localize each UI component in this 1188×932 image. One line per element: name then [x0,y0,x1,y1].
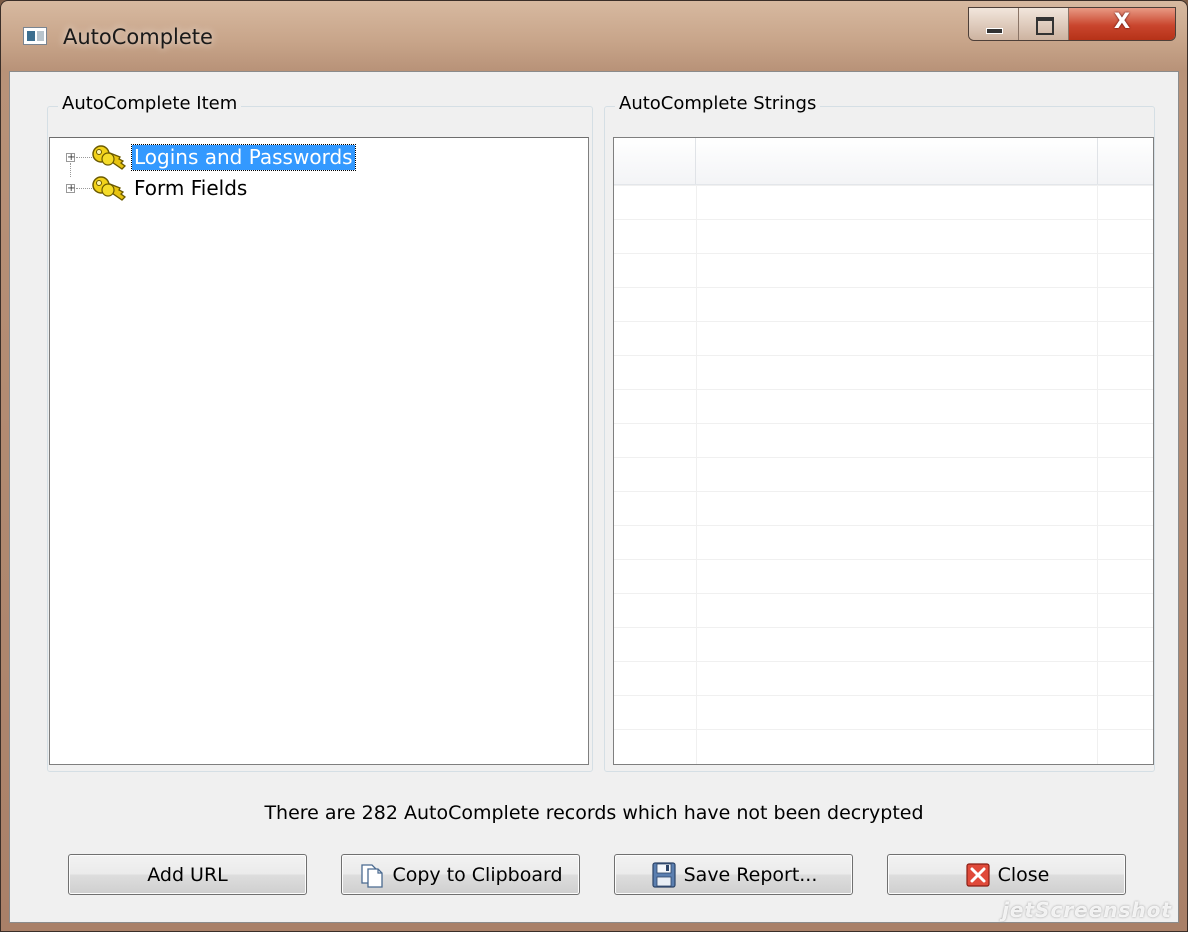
expand-icon[interactable]: + [66,153,75,163]
dialog-client-area: AutoComplete Item + Logins and Passwords [9,71,1179,923]
list-row-line [614,355,1153,356]
tree-item-form-fields[interactable]: + Form Fields [50,175,450,205]
tree-item-logins[interactable]: + Logins and Passwords [50,144,450,177]
maximize-icon [1036,17,1054,35]
list-row-line [614,423,1153,424]
key-icon [92,145,126,170]
list-grid [614,185,1153,764]
list-row-line [614,491,1153,492]
add-url-button[interactable]: Add URL [68,854,307,895]
key-icon [92,176,126,201]
app-icon [23,27,47,45]
list-row-line [614,695,1153,696]
add-url-label: Add URL [147,863,228,886]
autocomplete-strings-group: AutoComplete Strings [604,93,1155,772]
tree-item-label: Form Fields [134,176,248,200]
column-header-1[interactable] [614,138,696,184]
autocomplete-strings-group-title: AutoComplete Strings [615,93,821,114]
list-row-line [614,321,1153,322]
list-row-line [614,457,1153,458]
save-report-button[interactable]: Save Report... [614,854,853,895]
tree-item-label: Logins and Passwords [131,144,356,171]
caption-buttons: X [968,7,1176,41]
list-row-line [614,729,1153,730]
list-row-line [614,219,1153,220]
close-button[interactable]: Close [887,854,1126,895]
save-icon [652,861,676,888]
close-icon [966,862,990,887]
minimize-icon [986,28,1003,34]
window-close-button[interactable]: X [1069,8,1175,40]
list-row-line [614,559,1153,560]
list-header [614,138,1153,185]
title-bar[interactable]: AutoComplete X [1,1,1187,71]
autocomplete-strings-list[interactable] [613,137,1154,765]
column-header-2[interactable] [696,138,1098,184]
list-row-line [614,287,1153,288]
copy-icon [361,863,384,888]
window-title: AutoComplete [63,25,213,49]
autocomplete-item-tree[interactable]: + Logins and Passwords + Form Fields [49,137,589,765]
autocomplete-window: AutoComplete X AutoComplete Item + Login… [0,0,1188,932]
copy-label: Copy to Clipboard [392,863,563,886]
autocomplete-item-group: AutoComplete Item + Logins and Passwords [47,93,593,772]
maximize-button[interactable] [1019,8,1069,40]
close-label: Close [997,863,1050,886]
save-report-label: Save Report... [683,863,818,886]
watermark-logo: jetScreenshot [1002,898,1172,922]
list-row-line [614,389,1153,390]
list-row-line [614,525,1153,526]
list-row-line [614,253,1153,254]
list-row-line [614,593,1153,594]
list-row-line [614,185,1153,186]
close-icon: X [1113,9,1131,33]
expand-icon[interactable]: + [66,184,75,194]
copy-to-clipboard-button[interactable]: Copy to Clipboard [341,854,580,895]
minimize-button[interactable] [969,8,1019,40]
list-row-line [614,627,1153,628]
autocomplete-item-group-title: AutoComplete Item [58,93,242,114]
status-text: There are 282 AutoComplete records which… [264,802,924,824]
list-row-line [614,661,1153,662]
